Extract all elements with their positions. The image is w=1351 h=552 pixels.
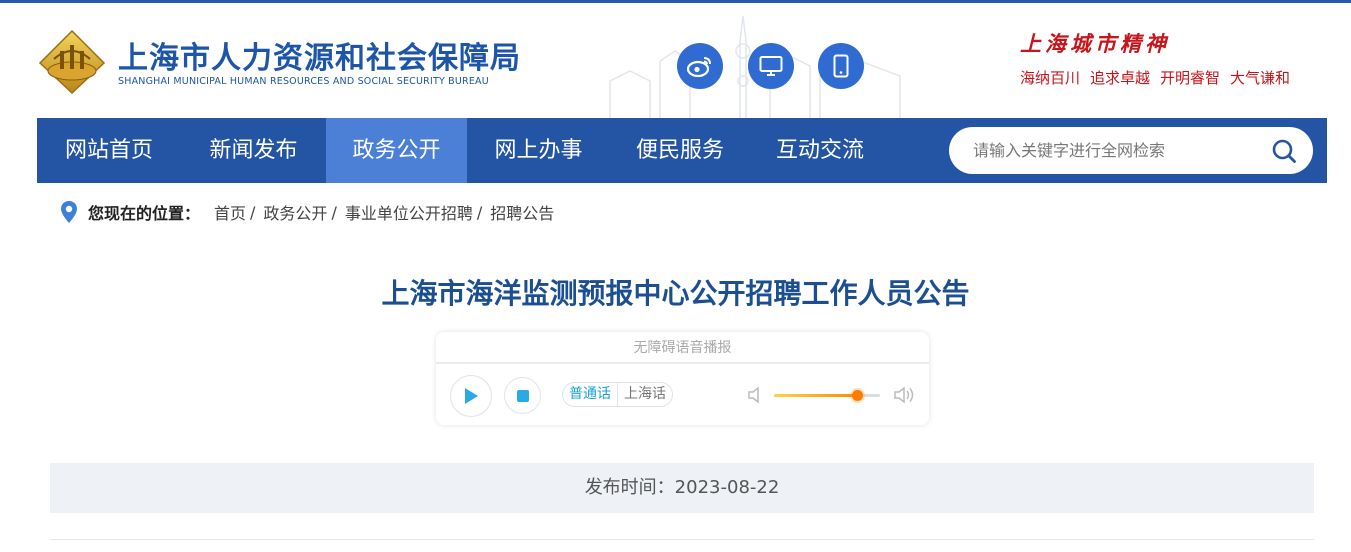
bureau-logo[interactable]: [38, 29, 106, 95]
nav-item-news[interactable]: 新闻发布: [181, 118, 326, 183]
breadcrumb-public-recruitment[interactable]: 事业单位公开招聘: [345, 200, 473, 224]
spirit-word: 大气谦和: [1230, 69, 1291, 87]
article-title: 上海市海洋监测预报中心公开招聘工作人员公告: [381, 277, 970, 310]
mobile-site-button[interactable]: [818, 43, 864, 89]
location-pin-icon: [61, 201, 77, 223]
weibo-icon: [687, 57, 711, 77]
play-icon: [465, 388, 478, 404]
volume-low-icon[interactable]: [746, 386, 766, 404]
play-button[interactable]: [450, 375, 492, 417]
city-spirit-title: 上海城市精神: [1020, 31, 1170, 56]
breadcrumb-government-affairs[interactable]: 政务公开: [263, 200, 327, 224]
accessibility-audio-player: 无障碍语音播报 普通话 上海话: [436, 332, 929, 425]
player-header: 无障碍语音播报: [436, 332, 929, 364]
desktop-icon: [759, 56, 783, 76]
breadcrumb: 您现在的位置： 首页 / 政务公开 / 事业单位公开招聘 / 招聘公告: [60, 200, 554, 224]
site-title-cn: 上海市人力资源和社会保障局: [118, 41, 521, 76]
volume-slider-fill: [774, 394, 857, 397]
volume-slider[interactable]: [774, 390, 880, 401]
content-divider: [50, 539, 1314, 540]
nav-item-online-services[interactable]: 网上办事: [467, 118, 610, 183]
lang-option-shanghainese[interactable]: 上海话: [617, 383, 672, 406]
stop-button[interactable]: [504, 377, 541, 414]
breadcrumb-recruitment-notice[interactable]: 招聘公告: [490, 200, 554, 224]
stop-icon: [516, 389, 529, 402]
nav-item-home[interactable]: 网站首页: [37, 118, 181, 183]
spirit-word: 海纳百川: [1020, 69, 1081, 87]
lang-option-mandarin[interactable]: 普通话: [563, 383, 617, 406]
volume-high-icon[interactable]: [892, 386, 916, 404]
nav-item-government-affairs[interactable]: 政务公开: [326, 118, 467, 183]
dialect-selector: 普通话 上海话: [562, 382, 673, 407]
volume-slider-knob[interactable]: [851, 390, 863, 401]
spirit-word: 开明睿智: [1160, 69, 1221, 87]
desktop-site-button[interactable]: [748, 43, 794, 89]
main-navigation: 网站首页 新闻发布 政务公开 网上办事 便民服务 互动交流: [37, 118, 1327, 183]
city-spirit-words: 海纳百川 追求卓越 开明睿智 大气谦和: [1020, 67, 1300, 88]
site-title-en: SHANGHAI MUNICIPAL HUMAN RESOURCES AND S…: [118, 76, 489, 87]
search-icon[interactable]: [1271, 138, 1297, 164]
search-box: [949, 127, 1313, 174]
weibo-button[interactable]: [677, 43, 723, 89]
site-header: 上海市人力资源和社会保障局 SHANGHAI MUNICIPAL HUMAN R…: [0, 3, 1351, 120]
breadcrumb-label: 您现在的位置：: [88, 204, 201, 223]
nav-item-interaction[interactable]: 互动交流: [750, 118, 890, 183]
publish-time: 发布时间：2023-08-22: [50, 463, 1314, 513]
spirit-word: 追求卓越: [1090, 69, 1151, 87]
nav-item-public-services[interactable]: 便民服务: [610, 118, 750, 183]
breadcrumb-home[interactable]: 首页: [214, 200, 246, 224]
mobile-icon: [833, 54, 849, 78]
search-input[interactable]: [973, 127, 1263, 174]
